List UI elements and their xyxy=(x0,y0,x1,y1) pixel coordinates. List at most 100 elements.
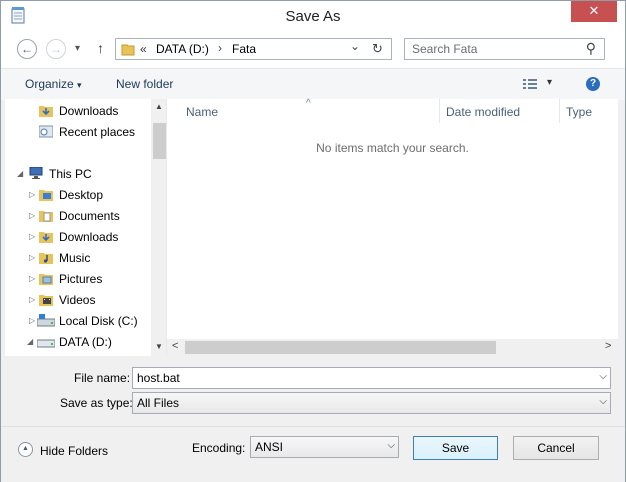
column-divider[interactable] xyxy=(439,99,440,123)
nav-item-label: Videos xyxy=(59,293,96,307)
close-icon: ✕ xyxy=(588,3,600,18)
save-as-dialog: Save As ✕ ← → ▾ ↑ « DATA (D:) › Fata ⌄ ↻… xyxy=(0,0,626,482)
help-button[interactable]: ? xyxy=(586,77,600,91)
nav-item-label: DATA (D:) xyxy=(59,335,112,349)
nav-item-label: This PC xyxy=(49,167,92,181)
hide-folders-icon[interactable]: ▲ xyxy=(18,442,33,457)
command-bar: Organize ▾ New folder ▾ ? xyxy=(1,68,625,100)
save-as-type-select[interactable]: All Files ⌵ xyxy=(132,392,611,414)
breadcrumb-fata[interactable]: Fata xyxy=(232,42,256,56)
nav-item-downloads[interactable]: ▷ Downloads xyxy=(5,227,155,247)
close-button[interactable]: ✕ xyxy=(571,1,617,22)
nav-item-pictures[interactable]: ▷ Pictures xyxy=(5,269,155,289)
nav-item-downloads-favorite[interactable]: Downloads xyxy=(5,101,155,121)
save-button[interactable]: Save xyxy=(413,436,498,460)
folder-icon xyxy=(39,190,53,201)
scroll-left-icon[interactable]: < xyxy=(172,340,178,352)
sort-indicator-icon: ^ xyxy=(306,98,311,109)
recent-locations-dropdown[interactable]: ▾ xyxy=(75,43,80,54)
scroll-right-icon[interactable]: > xyxy=(605,340,611,352)
search-box[interactable]: Search Fata ⚲ xyxy=(404,38,605,60)
nav-item-label: Pictures xyxy=(59,272,103,286)
collapsed-arrow-icon[interactable]: ▷ xyxy=(29,316,35,325)
organize-button[interactable]: Organize ▾ xyxy=(25,77,82,91)
nav-item-videos[interactable]: ▷ Videos xyxy=(5,290,155,310)
forward-button[interactable]: → xyxy=(46,39,66,59)
collapsed-arrow-icon[interactable]: ▷ xyxy=(29,190,35,199)
column-header-date-modified[interactable]: Date modified xyxy=(446,105,520,119)
nav-item-desktop[interactable]: ▷ Desktop xyxy=(5,185,155,205)
recent-places-icon xyxy=(39,125,53,138)
forward-arrow-icon: → xyxy=(50,42,62,56)
address-bar[interactable]: « DATA (D:) › Fata ⌄ ↻ xyxy=(115,38,392,60)
downloads-folder-icon xyxy=(39,106,53,117)
horizontal-scrollbar-thumb[interactable] xyxy=(185,341,496,354)
refresh-icon[interactable]: ↻ xyxy=(372,41,383,57)
column-header-name[interactable]: Name xyxy=(186,105,218,119)
help-icon: ? xyxy=(589,78,597,89)
nav-item-local-disk-c[interactable]: ▷ Local Disk (C:) xyxy=(5,311,155,331)
search-input[interactable]: Search Fata xyxy=(412,42,477,56)
nav-item-label: Music xyxy=(59,251,91,265)
new-folder-button[interactable]: New folder xyxy=(116,77,173,91)
nav-item-label: Local Disk (C:) xyxy=(59,314,138,328)
downloads-folder-icon xyxy=(39,232,53,243)
folder-icon xyxy=(39,211,53,222)
back-arrow-icon: ← xyxy=(21,42,33,56)
file-name-input[interactable]: host.bat xyxy=(137,371,180,385)
up-button[interactable]: ↑ xyxy=(97,40,104,56)
horizontal-scrollbar[interactable]: < > xyxy=(167,339,618,356)
view-dropdown-icon[interactable]: ▾ xyxy=(547,77,552,88)
breadcrumb-data-drive[interactable]: DATA (D:) xyxy=(156,42,209,56)
music-folder-icon xyxy=(39,253,53,264)
nav-item-label: Recent places xyxy=(59,125,136,139)
empty-message: No items match your search. xyxy=(316,141,469,155)
back-button[interactable]: ← xyxy=(17,39,37,59)
nav-scrollbar-thumb[interactable] xyxy=(153,123,166,159)
chevron-down-icon: ⌵ xyxy=(599,396,607,407)
window-title: Save As xyxy=(285,8,341,25)
encoding-select[interactable]: ANSI ⌵ xyxy=(250,436,399,458)
save-as-type-value: All Files xyxy=(137,396,180,410)
navigation-pane: Downloads Recent places ◢ This PC ▷ Desk… xyxy=(5,99,168,356)
file-list-pane: ^ Name Date modified Type No items match… xyxy=(166,98,618,356)
address-row: ← → ▾ ↑ « DATA (D:) › Fata ⌄ ↻ Search Fa… xyxy=(1,32,625,68)
breadcrumb-separator-icon[interactable]: › xyxy=(218,41,222,55)
nav-item-this-pc[interactable]: ◢ This PC xyxy=(5,164,155,184)
videos-folder-icon xyxy=(39,295,53,306)
collapsed-arrow-icon[interactable]: ▷ xyxy=(29,253,35,262)
column-header-type[interactable]: Type xyxy=(566,105,592,119)
file-name-label: File name: xyxy=(74,371,131,385)
search-icon[interactable]: ⚲ xyxy=(586,40,596,57)
nav-item-recent-places[interactable]: Recent places xyxy=(5,122,155,142)
column-divider[interactable] xyxy=(559,99,560,123)
view-options-icon[interactable] xyxy=(523,78,537,90)
computer-icon xyxy=(29,167,43,179)
chevron-down-icon[interactable]: ⌵ xyxy=(599,371,607,382)
nav-item-documents[interactable]: ▷ Documents xyxy=(5,206,155,226)
nav-item-music[interactable]: ▷ Music xyxy=(5,248,155,268)
expanded-arrow-icon[interactable]: ◢ xyxy=(17,169,23,178)
encoding-label: Encoding: xyxy=(192,441,246,455)
nav-item-label: Downloads xyxy=(59,104,119,118)
address-overflow-icon[interactable]: « xyxy=(140,42,147,56)
collapsed-arrow-icon[interactable]: ▷ xyxy=(29,295,35,304)
folder-icon xyxy=(121,44,135,56)
organize-caret-icon: ▾ xyxy=(77,80,82,90)
nav-item-label: Downloads xyxy=(59,230,119,244)
drive-icon xyxy=(37,314,55,327)
scroll-down-icon[interactable]: ▼ xyxy=(155,342,163,351)
hide-folders-button[interactable]: Hide Folders xyxy=(40,444,108,458)
chevron-down-icon: ⌵ xyxy=(387,440,395,451)
collapsed-arrow-icon[interactable]: ▷ xyxy=(29,211,35,220)
collapsed-arrow-icon[interactable]: ▷ xyxy=(29,232,35,241)
nav-item-data-d[interactable]: ◢ DATA (D:) xyxy=(5,332,155,352)
title-bar: Save As ✕ xyxy=(1,1,625,32)
expanded-arrow-icon[interactable]: ◢ xyxy=(27,337,33,346)
cancel-button[interactable]: Cancel xyxy=(513,436,599,460)
scroll-up-icon[interactable]: ▲ xyxy=(155,102,163,111)
address-dropdown-icon[interactable]: ⌄ xyxy=(350,39,360,53)
file-name-field[interactable]: host.bat ⌵ xyxy=(132,367,611,389)
nav-item-label: Desktop xyxy=(59,188,104,202)
collapsed-arrow-icon[interactable]: ▷ xyxy=(29,274,35,283)
